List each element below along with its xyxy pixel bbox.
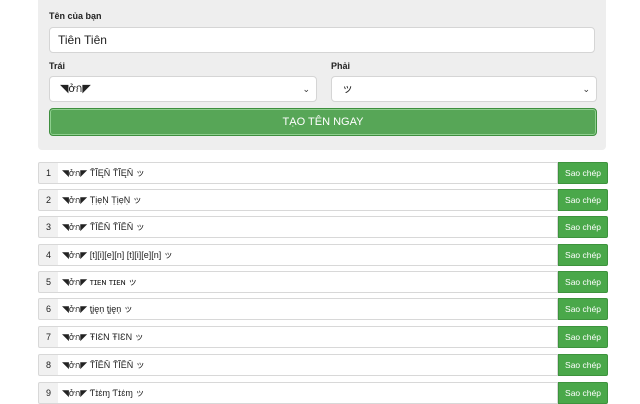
generated-name: ◥ởก◤ ŤĬĔŇ ŤĬĔŇ ッ (62, 222, 145, 232)
generated-name: ◥ởก◤ ŤĨĘŇ ŤĨĘŇ ッ (62, 168, 145, 178)
generated-name-field[interactable]: ◥ởก◤ ţįęņ ţįęņ ッ (58, 298, 558, 320)
list-item: 7 ◥ởก◤ ŦIƐN ŦIƐN ッ Sao chép (38, 326, 608, 348)
generated-name-field[interactable]: ◥ởก◤ ŤĨĔŇ ŤĨĔŇ ッ (58, 354, 558, 376)
generated-name: ◥ởก◤ ŦIƐN ŦIƐN ッ (62, 332, 144, 342)
generated-name-field[interactable]: ◥ởก◤ [t][i][e][n] [t][i][e][n] ッ (58, 244, 558, 266)
list-item: 2 ◥ởก◤ ṬịẹṆ ṬịẹṆ ッ Sao chép (38, 189, 608, 211)
copy-button[interactable]: Sao chép (558, 298, 608, 320)
generated-name: ◥ởก◤ ţįęņ ţįęņ ッ (62, 304, 133, 314)
list-item: 6 ◥ởก◤ ţįęņ ţįęņ ッ Sao chép (38, 298, 608, 320)
name-generator-form: Tên của bạn Tiên Tiên Trái ◥ởก◤ ⌄ Phải ッ… (38, 0, 606, 150)
list-item: 3 ◥ởก◤ ŤĬĔŇ ŤĬĔŇ ッ Sao chép (38, 216, 608, 238)
left-symbol-select[interactable]: ◥ởก◤ ⌄ (49, 76, 317, 102)
copy-button[interactable]: Sao chép (558, 189, 608, 211)
copy-button[interactable]: Sao chép (558, 326, 608, 348)
left-symbol-value: ◥ởก◤ (60, 83, 91, 95)
right-symbol-value: ッ (342, 83, 353, 95)
generated-name-field[interactable]: ◥ởก◤ ŦIƐN ŦIƐN ッ (58, 326, 558, 348)
right-symbol-select[interactable]: ッ ⌄ (331, 76, 597, 102)
name-input-value: Tiên Tiên (58, 33, 107, 47)
item-number: 6 (38, 298, 59, 320)
generated-name: ◥ởก◤ ŤĨĔŇ ŤĨĔŇ ッ (62, 360, 145, 370)
copy-button[interactable]: Sao chép (558, 162, 608, 184)
right-symbol-label: Phải (331, 61, 351, 71)
item-number: 5 (38, 271, 59, 293)
item-number: 1 (38, 162, 59, 184)
name-input[interactable]: Tiên Tiên (49, 27, 595, 53)
generated-name: ◥ởก◤ ṬịẹṆ ṬịẹṆ ッ (62, 195, 142, 205)
list-item: 1 ◥ởก◤ ŤĨĘŇ ŤĨĘŇ ッ Sao chép (38, 162, 608, 184)
generated-name-field[interactable]: ◥ởก◤ ŤĬĔŇ ŤĬĔŇ ッ (58, 216, 558, 238)
item-number: 7 (38, 326, 59, 348)
copy-button[interactable]: Sao chép (558, 244, 608, 266)
generated-name-field[interactable]: ◥ởก◤ Ƭɪ̇ɛ̇ɱ Ƭɪ̇ɛ̇ɱ ッ (58, 382, 558, 404)
generated-name-field[interactable]: ◥ởก◤ ṬịẹṆ ṬịẹṆ ッ (58, 189, 558, 211)
chevron-down-icon: ⌄ (582, 84, 590, 94)
item-number: 3 (38, 216, 59, 238)
copy-button[interactable]: Sao chép (558, 354, 608, 376)
list-item: 5 ◥ởก◤ ᴛɪᴇɴ ᴛɪᴇɴ ッ Sao chép (38, 271, 608, 293)
generate-button[interactable]: TẠO TÊN NGAY (49, 108, 597, 136)
copy-button[interactable]: Sao chép (558, 271, 608, 293)
generated-name-field[interactable]: ◥ởก◤ ᴛɪᴇɴ ᴛɪᴇɴ ッ (58, 271, 558, 293)
generated-name: ◥ởก◤ [t][i][e][n] [t][i][e][n] ッ (62, 250, 173, 260)
chevron-down-icon: ⌄ (302, 84, 310, 94)
item-number: 2 (38, 189, 59, 211)
item-number: 8 (38, 354, 59, 376)
copy-button[interactable]: Sao chép (558, 216, 608, 238)
generated-name-field[interactable]: ◥ởก◤ ŤĨĘŇ ŤĨĘŇ ッ (58, 162, 558, 184)
generated-name: ◥ởก◤ Ƭɪ̇ɛ̇ɱ Ƭɪ̇ɛ̇ɱ ッ (62, 388, 145, 398)
left-symbol-label: Trái (49, 61, 66, 71)
list-item: 8 ◥ởก◤ ŤĨĔŇ ŤĨĔŇ ッ Sao chép (38, 354, 608, 376)
generated-name: ◥ởก◤ ᴛɪᴇɴ ᴛɪᴇɴ ッ (62, 277, 138, 287)
name-label: Tên của bạn (49, 11, 102, 21)
list-item: 4 ◥ởก◤ [t][i][e][n] [t][i][e][n] ッ Sao c… (38, 244, 608, 266)
copy-button[interactable]: Sao chép (558, 382, 608, 404)
item-number: 4 (38, 244, 59, 266)
list-item: 9 ◥ởก◤ Ƭɪ̇ɛ̇ɱ Ƭɪ̇ɛ̇ɱ ッ Sao chép (38, 382, 608, 404)
item-number: 9 (38, 382, 59, 404)
